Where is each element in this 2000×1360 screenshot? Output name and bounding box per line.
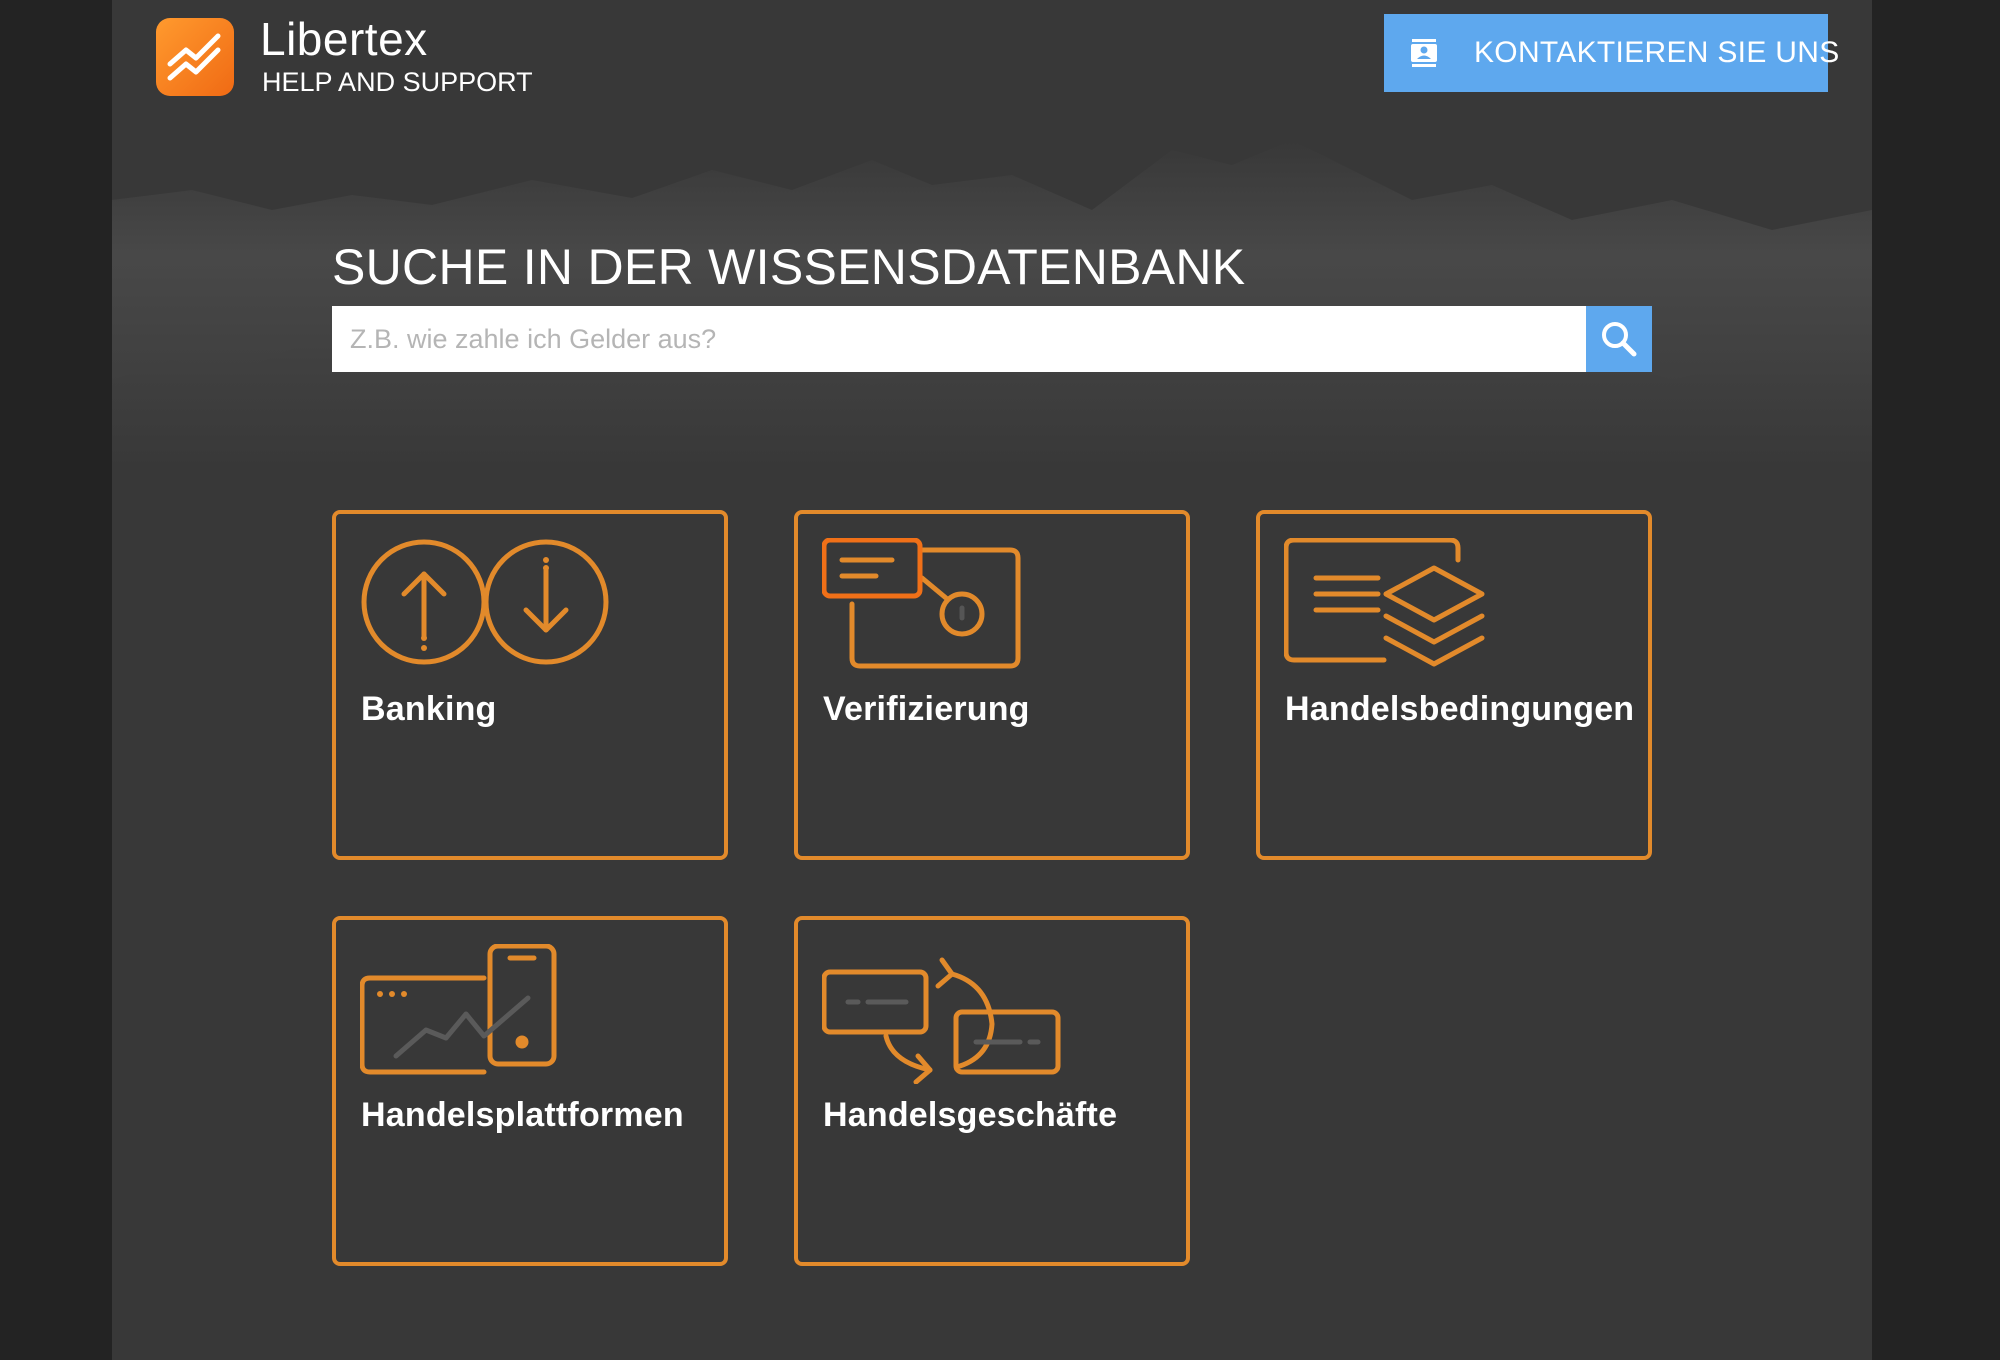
- chart-lines-icon: [167, 33, 221, 81]
- category-card-handelsplattformen[interactable]: Handelsplattformen: [332, 916, 728, 1266]
- category-label: Verifizierung: [823, 690, 1030, 728]
- contact-us-label: KONTAKTIEREN SIE UNS: [1474, 36, 1840, 69]
- contact-us-button[interactable]: KONTAKTIEREN SIE UNS: [1384, 14, 1839, 92]
- id-card-verification-icon: [822, 538, 1021, 669]
- category-card-handelsbedingungen[interactable]: Handelsbedingungen: [1256, 510, 1652, 860]
- brand-name: Libertex: [260, 13, 428, 65]
- category-label: Handelsplattformen: [361, 1096, 684, 1134]
- search-button[interactable]: [1586, 306, 1652, 372]
- category-label: Handelsgeschäfte: [823, 1096, 1118, 1134]
- libertex-logo[interactable]: [156, 18, 234, 96]
- brand-subtitle: HELP AND SUPPORT: [262, 67, 533, 97]
- search-input[interactable]: [332, 306, 1586, 372]
- category-label: Handelsbedingungen: [1285, 690, 1635, 728]
- search-bar: [332, 306, 1652, 372]
- category-card-verifizierung[interactable]: Verifizierung: [794, 510, 1190, 860]
- category-card-banking[interactable]: Banking: [332, 510, 728, 860]
- document-layers-icon: [1284, 538, 1485, 667]
- category-label: Banking: [361, 690, 497, 728]
- contact-card-icon: [1411, 39, 1437, 67]
- category-card-handelsgeschaefte[interactable]: Handelsgeschäfte: [794, 916, 1190, 1266]
- mountain-background: [112, 140, 1872, 470]
- desktop-mobile-chart-icon: [360, 944, 557, 1075]
- deposit-withdraw-icon: [361, 539, 609, 665]
- search-title: SUCHE IN DER WISSENSDATENBANK: [332, 239, 1246, 295]
- help-page: Libertex HELP AND SUPPORT KONTAKTIEREN S…: [112, 0, 1872, 1360]
- search-icon: [1602, 322, 1637, 357]
- exchange-cards-icon: [822, 957, 1061, 1084]
